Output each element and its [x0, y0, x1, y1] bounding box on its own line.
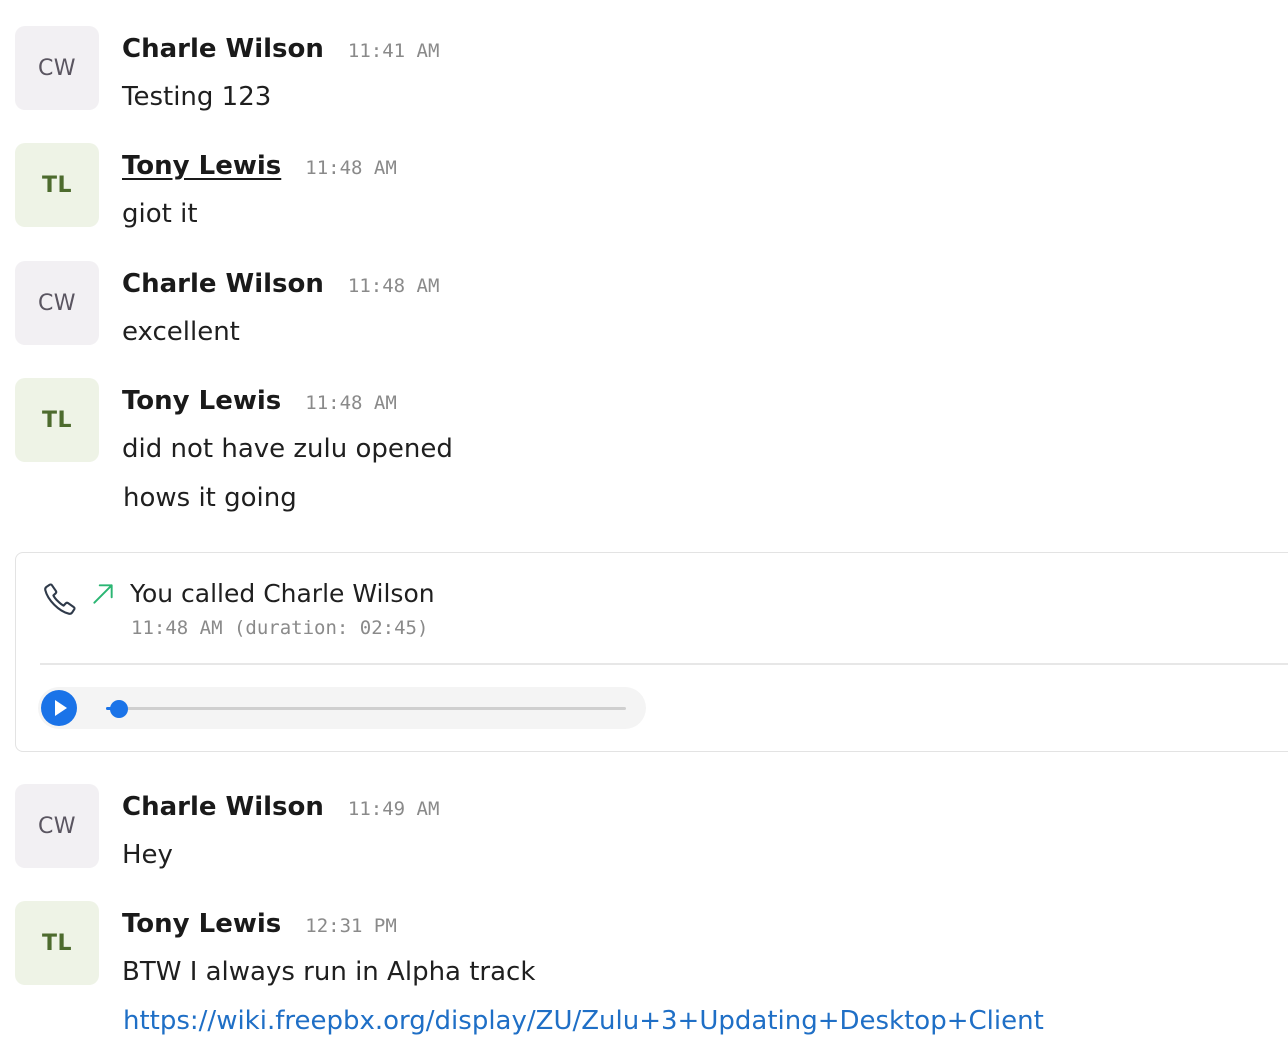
play-icon	[55, 700, 67, 716]
audio-progress-track[interactable]	[106, 700, 626, 718]
avatar[interactable]: TL	[15, 378, 99, 462]
message-text: did not have zulu opened	[122, 434, 453, 464]
phone-icon	[44, 583, 76, 615]
audio-player	[38, 687, 646, 729]
message-header: Tony Lewis 11:48 AM	[122, 151, 397, 181]
avatar[interactable]: TL	[15, 143, 99, 227]
call-duration: 11:48 AM (duration: 02:45)	[131, 617, 429, 639]
message-timestamp: 11:41 AM	[347, 40, 440, 62]
avatar[interactable]: CW	[15, 261, 99, 345]
sender-name[interactable]: Tony Lewis	[122, 151, 281, 181]
outgoing-arrow-icon	[93, 584, 113, 604]
call-title: You called Charle Wilson	[130, 579, 435, 608]
sender-name[interactable]: Tony Lewis	[122, 386, 281, 416]
call-log-card: You called Charle Wilson 11:48 AM (durat…	[15, 552, 1288, 752]
sender-name[interactable]: Tony Lewis	[122, 909, 281, 939]
message-item: CW Charle Wilson 11:41 AM Testing 123	[15, 26, 1275, 116]
message-text: giot it	[122, 199, 198, 229]
message-item: TL Tony Lewis 11:48 AM giot it	[15, 143, 1275, 233]
message-header: Charle Wilson 11:48 AM	[122, 269, 439, 299]
message-timestamp: 12:31 PM	[305, 915, 397, 937]
message-text: Testing 123	[122, 82, 272, 112]
message-timestamp: 11:48 AM	[305, 157, 397, 179]
message-item: CW Charle Wilson 11:48 AM excellent	[15, 261, 1275, 351]
message-link[interactable]: https://wiki.freepbx.org/display/ZU/Zulu…	[123, 1006, 1044, 1036]
message-text: excellent	[122, 317, 240, 347]
avatar[interactable]: CW	[15, 26, 99, 110]
message-item: TL Tony Lewis 11:48 AM did not have zulu…	[15, 378, 1275, 523]
message-header: Tony Lewis 12:31 PM	[122, 909, 397, 939]
sender-name[interactable]: Charle Wilson	[122, 792, 324, 822]
message-timestamp: 11:48 AM	[347, 275, 440, 297]
avatar[interactable]: TL	[15, 901, 99, 985]
sender-name[interactable]: Charle Wilson	[122, 34, 324, 64]
message-header: Tony Lewis 11:48 AM	[122, 386, 397, 416]
message-header: Charle Wilson 11:41 AM	[122, 34, 439, 64]
message-timestamp: 11:49 AM	[347, 798, 440, 820]
message-item: TL Tony Lewis 12:31 PM BTW I always run …	[15, 901, 1275, 1046]
message-item: CW Charle Wilson 11:49 AM Hey	[15, 784, 1275, 874]
avatar[interactable]: CW	[15, 784, 99, 868]
audio-scrubber-handle[interactable]	[110, 700, 128, 718]
message-text: BTW I always run in Alpha track	[122, 957, 536, 987]
message-timestamp: 11:48 AM	[305, 392, 397, 414]
message-text: hows it going	[123, 483, 297, 513]
message-header: Charle Wilson 11:49 AM	[122, 792, 439, 822]
sender-name[interactable]: Charle Wilson	[122, 269, 324, 299]
divider	[40, 663, 1288, 665]
play-button[interactable]	[41, 690, 77, 726]
message-text: Hey	[122, 840, 173, 870]
